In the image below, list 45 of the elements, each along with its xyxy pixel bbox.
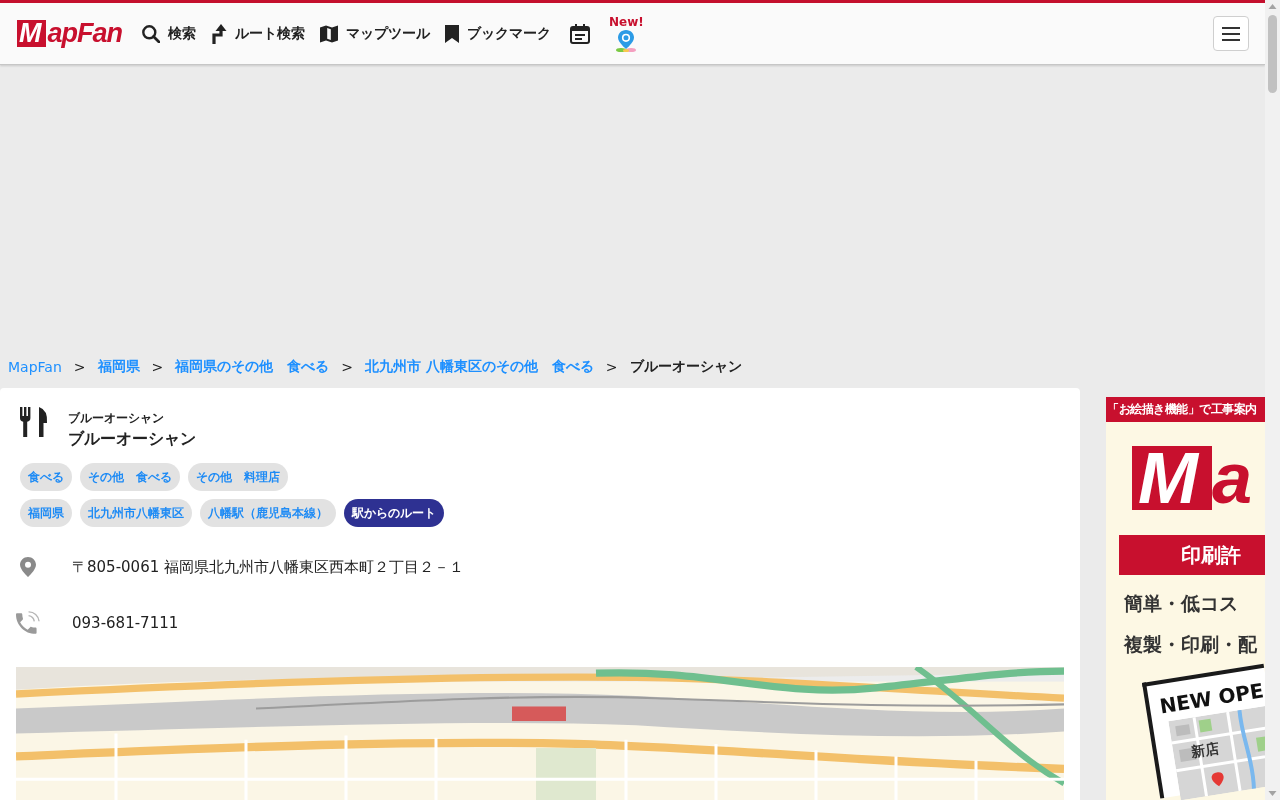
breadcrumb-current: ブルーオーシャン <box>629 358 742 376</box>
search-icon <box>142 24 160 43</box>
fork-knife-icon <box>20 407 48 437</box>
map-icon <box>320 24 338 43</box>
ad-headline: 「お絵描き機能」で工事案内 <box>1106 397 1265 422</box>
breadcrumb-separator: > <box>605 359 618 375</box>
bookmark-icon <box>445 24 459 43</box>
breadcrumb-separator: > <box>151 359 164 375</box>
flyer-title: NEW OPE <box>1157 677 1265 721</box>
tag-chip[interactable]: 八幡駅（鹿児島本線） <box>200 499 336 527</box>
breadcrumb-link[interactable]: MapFan <box>8 359 62 375</box>
ad-text: 複製・印刷・配 <box>1124 632 1258 657</box>
scrollbar[interactable] <box>1265 0 1280 800</box>
tag-chip[interactable]: 福岡県 <box>20 499 72 527</box>
breadcrumb-link[interactable]: 北九州市 八幡東区のその他 食べる <box>364 358 594 376</box>
ad-ribbon: 印刷許 <box>1119 535 1265 575</box>
breadcrumb-link[interactable]: 福岡県 <box>97 358 140 376</box>
route-button[interactable]: 駅からのルート <box>344 499 444 527</box>
map-label: 新店 <box>1190 739 1221 762</box>
place-name: ブルーオーシャン <box>68 428 196 450</box>
calendar-icon <box>570 23 590 44</box>
turn-arrow-icon <box>211 23 227 44</box>
search-link[interactable]: 検索 <box>142 24 196 43</box>
breadcrumb-link[interactable]: 福岡県のその他 食べる <box>175 358 330 376</box>
route-search-link[interactable]: ルート検索 <box>211 23 305 44</box>
menu-icon <box>1222 26 1240 41</box>
address-text: 〒805-0061 福岡県北九州市八幡東区西本町２丁目２－１ <box>72 557 464 577</box>
map-pin-link[interactable]: New! <box>609 15 644 52</box>
map-pin-icon <box>616 29 637 52</box>
new-label: New! <box>609 15 644 29</box>
map-tools-link[interactable]: マップツール <box>320 24 430 43</box>
location-pin-icon <box>20 557 36 577</box>
tag-chip[interactable]: その他 食べる <box>80 463 180 491</box>
phone-number: 093-681-7111 <box>72 614 179 632</box>
breadcrumb-separator: > <box>341 359 353 375</box>
tag-chip[interactable]: 食べる <box>20 463 72 491</box>
bookmark-link[interactable]: ブックマーク <box>445 24 551 43</box>
menu-button[interactable] <box>1213 16 1249 51</box>
place-reading: ブルーオーシャン <box>68 411 165 426</box>
calendar-link[interactable] <box>570 23 590 44</box>
tag-chip[interactable]: 北九州市八幡東区 <box>80 499 192 527</box>
ad-text: 簡単・低コス <box>1124 591 1239 616</box>
phone-icon <box>16 611 40 635</box>
breadcrumb-separator: > <box>73 359 86 375</box>
tag-chip[interactable]: その他 料理店 <box>188 463 288 491</box>
